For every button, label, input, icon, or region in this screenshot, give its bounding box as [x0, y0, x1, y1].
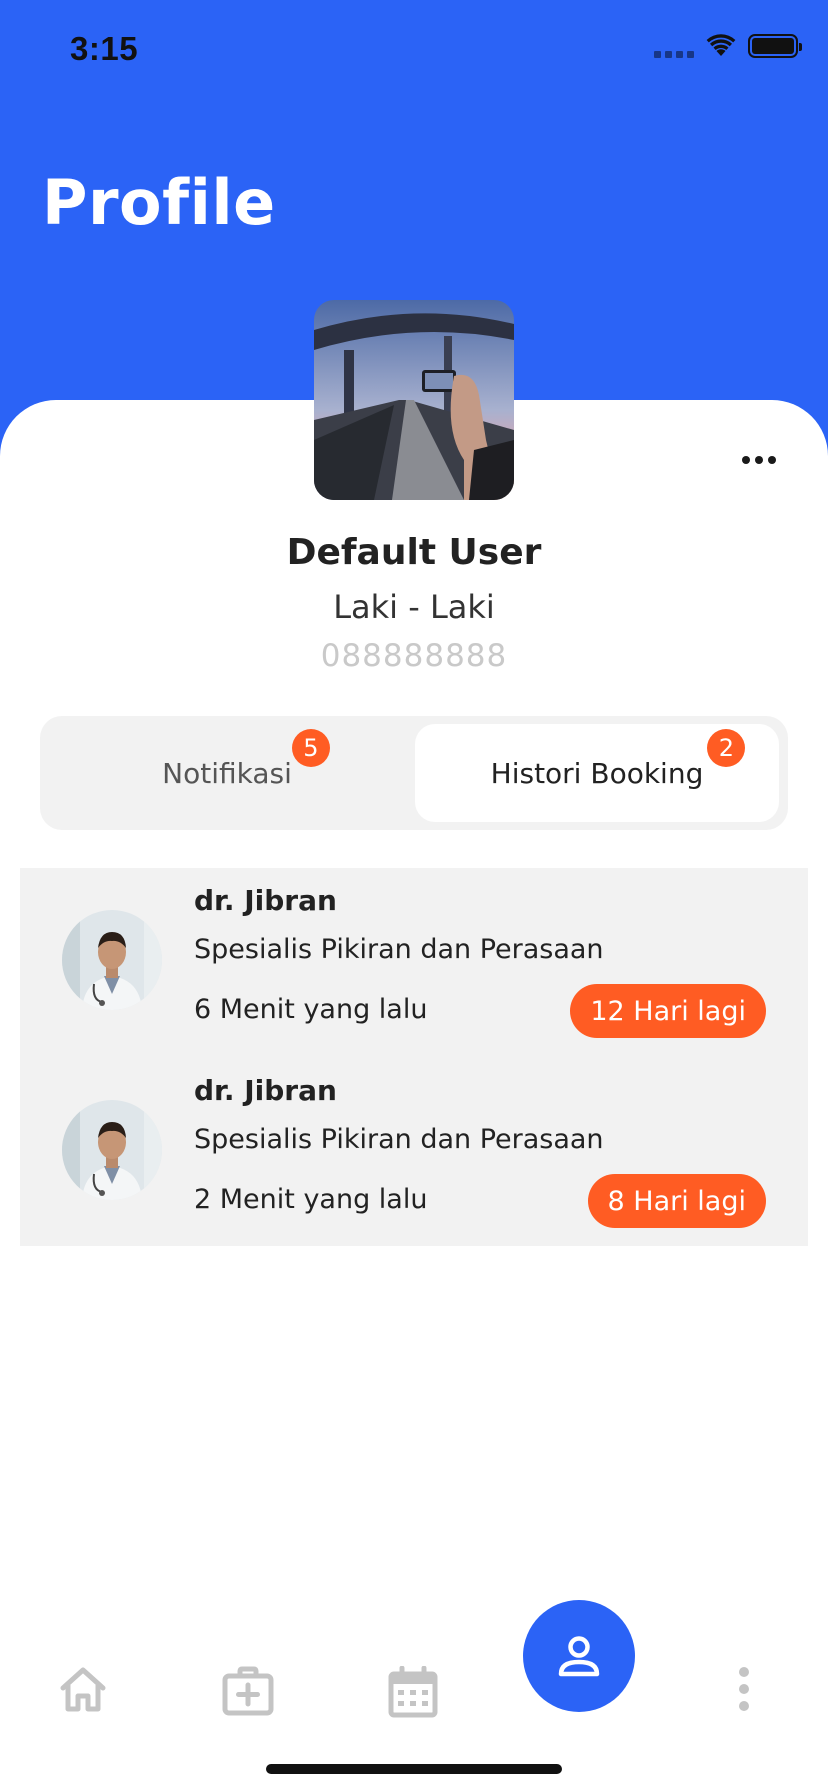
profile-photo[interactable]	[314, 300, 514, 500]
dot-icon	[755, 456, 763, 464]
tab-label: Histori Booking	[490, 756, 704, 790]
user-phone: 088888888	[320, 638, 508, 674]
user-gender: Laki - Laki	[333, 588, 495, 626]
home-indicator	[266, 1764, 562, 1774]
nav-home-button[interactable]	[58, 1666, 108, 1717]
booking-item[interactable]: dr. Jibran Spesialis Pikiran dan Perasaa…	[20, 1058, 808, 1248]
booking-count-badge: 2	[707, 728, 746, 767]
doctor-specialty: Spesialis Pikiran dan Perasaan	[194, 934, 604, 965]
wifi-icon	[706, 34, 736, 58]
page-title: Profile	[42, 166, 276, 239]
nav-more-button[interactable]	[736, 1666, 752, 1717]
tab-notifikasi[interactable]: Notifikasi 5	[48, 724, 406, 822]
days-left-badge: 12 Hari lagi	[570, 984, 766, 1038]
nav-health-button[interactable]	[222, 1666, 274, 1721]
tab-label: Notifikasi	[162, 756, 292, 790]
person-icon	[558, 1636, 600, 1677]
status-time: 3:15	[70, 30, 139, 67]
tab-label-wrap: Histori Booking 2	[490, 728, 746, 790]
status-icons	[654, 34, 802, 58]
doctor-avatar	[62, 1100, 162, 1200]
nav-profile-button[interactable]	[523, 1600, 635, 1712]
tab-label-wrap: Notifikasi 5	[162, 728, 330, 790]
more-vertical-icon	[739, 1667, 749, 1711]
notification-count-badge: 5	[291, 728, 330, 767]
calendar-icon	[388, 1665, 438, 1718]
profile-tabs: Notifikasi 5 Histori Booking 2	[40, 716, 788, 830]
tab-histori-booking[interactable]: Histori Booking 2	[415, 724, 779, 822]
battery-icon	[748, 34, 802, 58]
booking-history-list: dr. Jibran Spesialis Pikiran dan Perasaa…	[20, 868, 808, 1246]
doctor-avatar	[62, 910, 162, 1010]
nav-calendar-button[interactable]	[388, 1665, 438, 1723]
home-icon	[60, 1667, 106, 1712]
dot-icon	[768, 456, 776, 464]
bottom-navigation	[0, 1580, 828, 1730]
days-left-badge: 8 Hari lagi	[587, 1174, 766, 1228]
cellular-signal-icon	[654, 34, 694, 58]
more-options-button[interactable]	[742, 456, 776, 464]
doctor-name: dr. Jibran	[194, 1074, 337, 1107]
booking-time-ago: 2 Menit yang lalu	[194, 1184, 428, 1215]
booking-time-ago: 6 Menit yang lalu	[194, 994, 428, 1025]
doctor-name: dr. Jibran	[194, 884, 337, 917]
doctor-specialty: Spesialis Pikiran dan Perasaan	[194, 1124, 604, 1155]
medical-kit-icon	[222, 1666, 274, 1716]
dot-icon	[742, 456, 750, 464]
user-name: Default User	[286, 532, 542, 573]
booking-item[interactable]: dr. Jibran Spesialis Pikiran dan Perasaa…	[20, 868, 808, 1058]
